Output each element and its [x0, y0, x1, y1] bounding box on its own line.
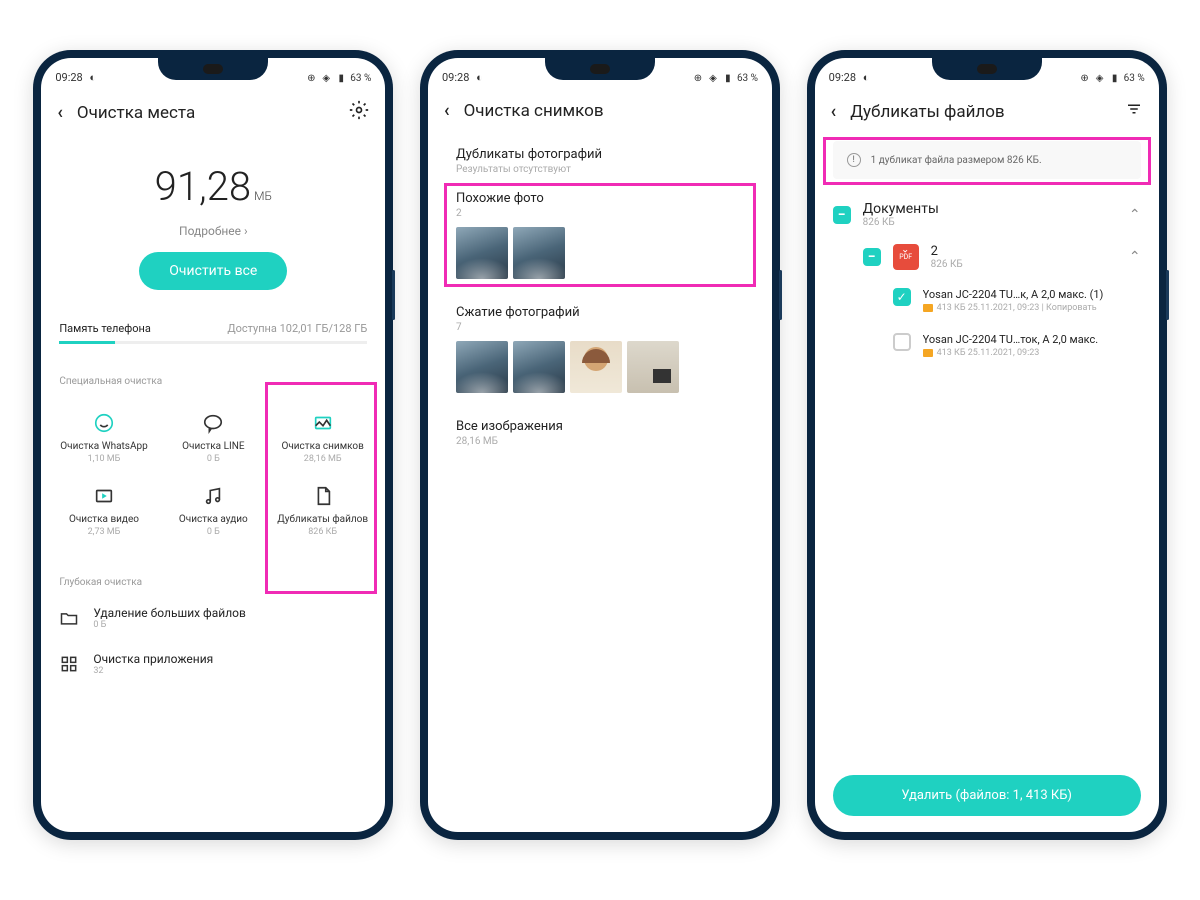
details-link[interactable]: Подробнее ›: [41, 224, 385, 238]
alarm-icon: ◐: [473, 72, 485, 84]
vibrate-icon: ⊕: [305, 72, 317, 84]
alarm-icon: ◐: [87, 72, 99, 84]
storage-label: Память телефона: [59, 322, 151, 335]
deep-apps[interactable]: Очистка приложения 32: [59, 652, 367, 676]
status-time: 09:28: [442, 71, 469, 84]
info-banner: ! 1 дубликат файла размером 826 КБ.: [833, 141, 1141, 179]
folder-color-icon: [923, 304, 933, 312]
clean-whatsapp[interactable]: Очистка WhatsApp 1,10 МБ: [49, 401, 158, 474]
whatsapp-icon: [92, 411, 116, 435]
back-button[interactable]: ‹: [831, 101, 837, 122]
photo-icon: [311, 411, 335, 435]
storage-row: Память телефона Доступна 102,01 ГБ/128 Г…: [41, 304, 385, 341]
checkbox-unchecked[interactable]: [893, 333, 911, 351]
pdf-icon: PDF: [893, 244, 919, 270]
side-button: [779, 270, 782, 320]
notch: [932, 58, 1042, 80]
side-button: [392, 270, 395, 320]
vibrate-icon: ⊕: [692, 72, 704, 84]
filter-icon[interactable]: [1125, 100, 1143, 123]
photo-thumbnail[interactable]: [570, 341, 622, 393]
audio-icon: [201, 484, 225, 508]
phone-frame-1: 09:28 ◐ ⊕ ◈ ▮ 63 % ‹ Очистка места 91,28…: [33, 50, 393, 840]
collapse-icon: −: [863, 248, 881, 266]
apps-icon: [59, 654, 79, 674]
info-icon: !: [847, 153, 861, 167]
folder-color-icon: [923, 349, 933, 357]
folder-icon: [59, 608, 79, 628]
vibrate-icon: ⊕: [1079, 72, 1091, 84]
file-item[interactable]: Yosan JC-2204 TU…ток, А 2,0 макс. 413 КБ…: [893, 323, 1141, 368]
photo-thumbnail[interactable]: [456, 341, 508, 393]
battery-percent: 63 %: [1124, 73, 1145, 84]
back-button[interactable]: ‹: [57, 102, 63, 123]
collapse-icon: −: [833, 206, 851, 224]
clean-all-button[interactable]: Очистить все: [139, 252, 287, 290]
wifi-icon: ◈: [1094, 72, 1106, 84]
status-time: 09:28: [55, 71, 82, 84]
storage-available: Доступна 102,01 ГБ/128 ГБ: [227, 322, 367, 335]
group-documents[interactable]: − Документы 826 КБ ⌃: [833, 193, 1141, 236]
subgroup-pdf[interactable]: − PDF 2 826 КБ ⌃: [863, 236, 1141, 278]
section-all-images[interactable]: Все изображения 28,16 МБ: [428, 407, 772, 451]
alarm-icon: ◐: [860, 72, 872, 84]
wifi-icon: ◈: [707, 72, 719, 84]
delete-button[interactable]: Удалить (файлов: 1, 413 КБ): [833, 775, 1141, 816]
clean-photos[interactable]: Очистка снимков 28,16 МБ: [268, 401, 377, 474]
photo-thumbnail[interactable]: [456, 227, 508, 279]
header: ‹ Очистка места: [41, 86, 385, 139]
battery-icon: ▮: [1109, 72, 1121, 84]
photo-thumbnail[interactable]: [513, 341, 565, 393]
side-button: [1166, 270, 1169, 320]
section-compress[interactable]: Сжатие фотографий 7: [428, 293, 772, 407]
special-clean-title: Специальная очистка: [41, 344, 385, 401]
notch: [158, 58, 268, 80]
section-similar[interactable]: Похожие фото 2: [428, 179, 772, 293]
page-title: Дубликаты файлов: [850, 102, 1110, 122]
line-icon: [201, 411, 225, 435]
page-title: Очистка места: [77, 103, 335, 123]
settings-icon[interactable]: [349, 100, 369, 125]
photo-thumbnail[interactable]: [627, 341, 679, 393]
phone-frame-2: 09:28 ◐ ⊕ ◈ ▮ 63 % ‹ Очистка снимков Дуб…: [420, 50, 780, 840]
checkbox-checked[interactable]: ✓: [893, 288, 911, 306]
file-icon: [311, 484, 335, 508]
deep-clean-title: Глубокая очистка: [59, 577, 367, 588]
section-duplicates[interactable]: Дубликаты фотографий Результаты отсутств…: [428, 135, 772, 179]
deep-large-files[interactable]: Удаление больших файлов 0 Б: [59, 606, 367, 630]
clean-video[interactable]: Очистка видео 2,73 МБ: [49, 474, 158, 547]
notch: [545, 58, 655, 80]
clean-line[interactable]: Очистка LINE 0 Б: [159, 401, 268, 474]
page-title: Очистка снимков: [464, 101, 756, 121]
header: ‹ Очистка снимков: [428, 86, 772, 135]
wifi-icon: ◈: [320, 72, 332, 84]
battery-icon: ▮: [335, 72, 347, 84]
chevron-up-icon: ⌃: [1129, 249, 1141, 265]
video-icon: [92, 484, 116, 508]
header: ‹ Дубликаты файлов: [815, 86, 1159, 137]
storage-value: 91,28 МБ: [155, 163, 272, 210]
back-button[interactable]: ‹: [444, 100, 450, 121]
clean-duplicates[interactable]: Дубликаты файлов 826 КБ: [268, 474, 377, 547]
battery-percent: 63 %: [737, 73, 758, 84]
clean-audio[interactable]: Очистка аудио 0 Б: [159, 474, 268, 547]
status-time: 09:28: [829, 71, 856, 84]
photo-thumbnail[interactable]: [513, 227, 565, 279]
battery-icon: ▮: [722, 72, 734, 84]
battery-percent: 63 %: [350, 73, 371, 84]
chevron-up-icon: ⌃: [1129, 207, 1141, 223]
file-item[interactable]: ✓ Yosan JC-2204 TU…к, А 2,0 макс. (1) 41…: [893, 278, 1141, 323]
phone-frame-3: 09:28 ◐ ⊕ ◈ ▮ 63 % ‹ Дубликаты файлов ! …: [807, 50, 1167, 840]
